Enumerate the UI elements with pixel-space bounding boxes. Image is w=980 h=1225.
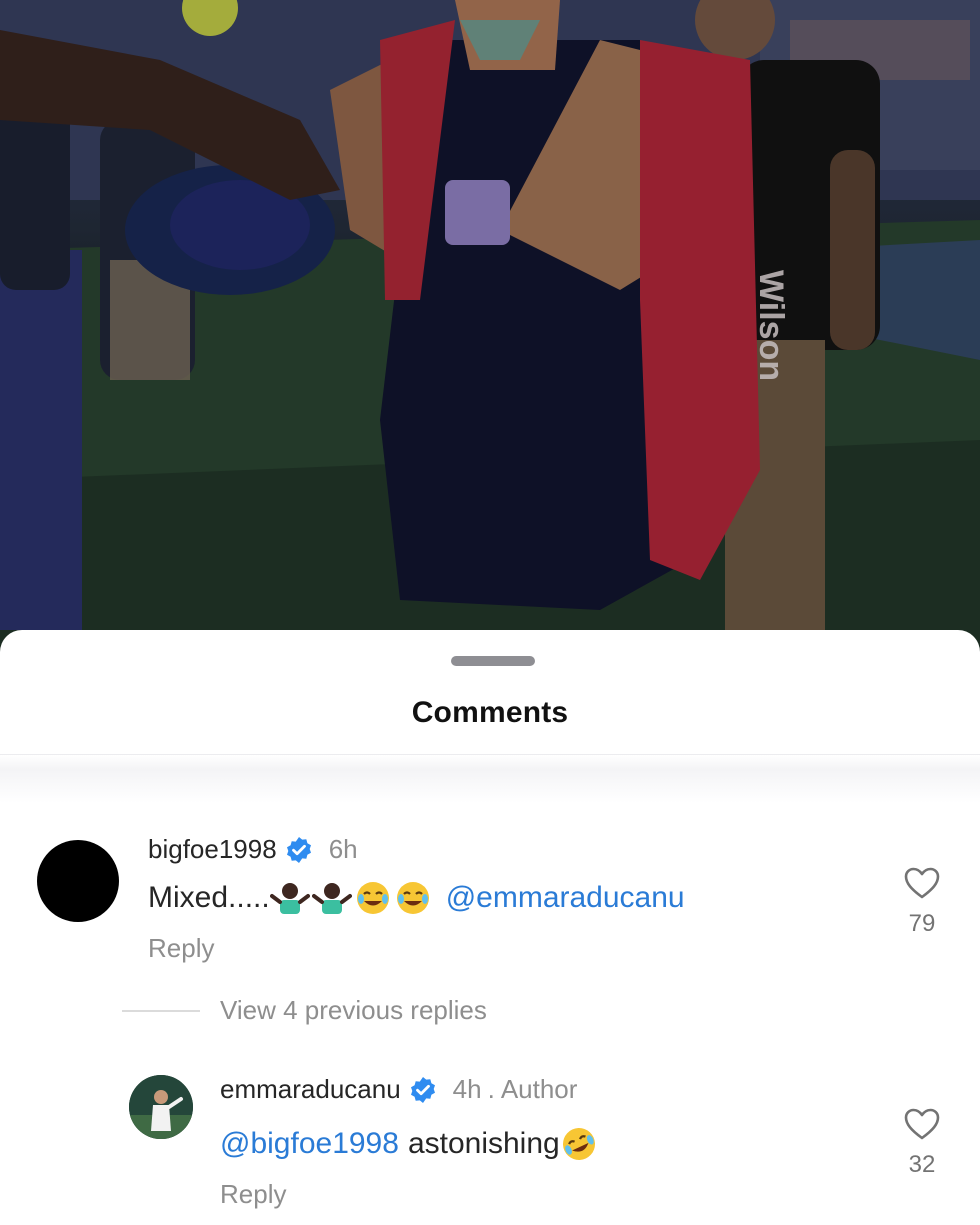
mention-link[interactable]: @bigfoe1998 (220, 1127, 399, 1161)
avatar[interactable] (129, 1075, 193, 1139)
username[interactable]: emmaraducanu (220, 1074, 401, 1105)
heart-icon[interactable] (903, 1107, 941, 1141)
profile-photo (129, 1075, 193, 1139)
comments-sheet: Comments bigfoe1998 6h Mixed..... @emmar… (0, 630, 980, 1225)
verified-badge-icon (409, 1076, 437, 1104)
reply-item: emmaraducanu 4h . Author @bigfoe1998 ast… (0, 630, 980, 1225)
comment-time: 4h (452, 1074, 482, 1104)
author-tag: Author (500, 1074, 578, 1104)
comment-text: astonishing (407, 1127, 560, 1160)
post-photo: Wilson (0, 0, 980, 660)
like-count: 32 (908, 1151, 936, 1178)
separator-dot: . (487, 1074, 495, 1104)
like-control: 32 (892, 1107, 952, 1179)
reply-button[interactable]: Reply (220, 1179, 286, 1210)
tennis-player-photo: Wilson (0, 0, 980, 660)
rolling-on-floor-laughing-emoji (560, 1126, 598, 1162)
